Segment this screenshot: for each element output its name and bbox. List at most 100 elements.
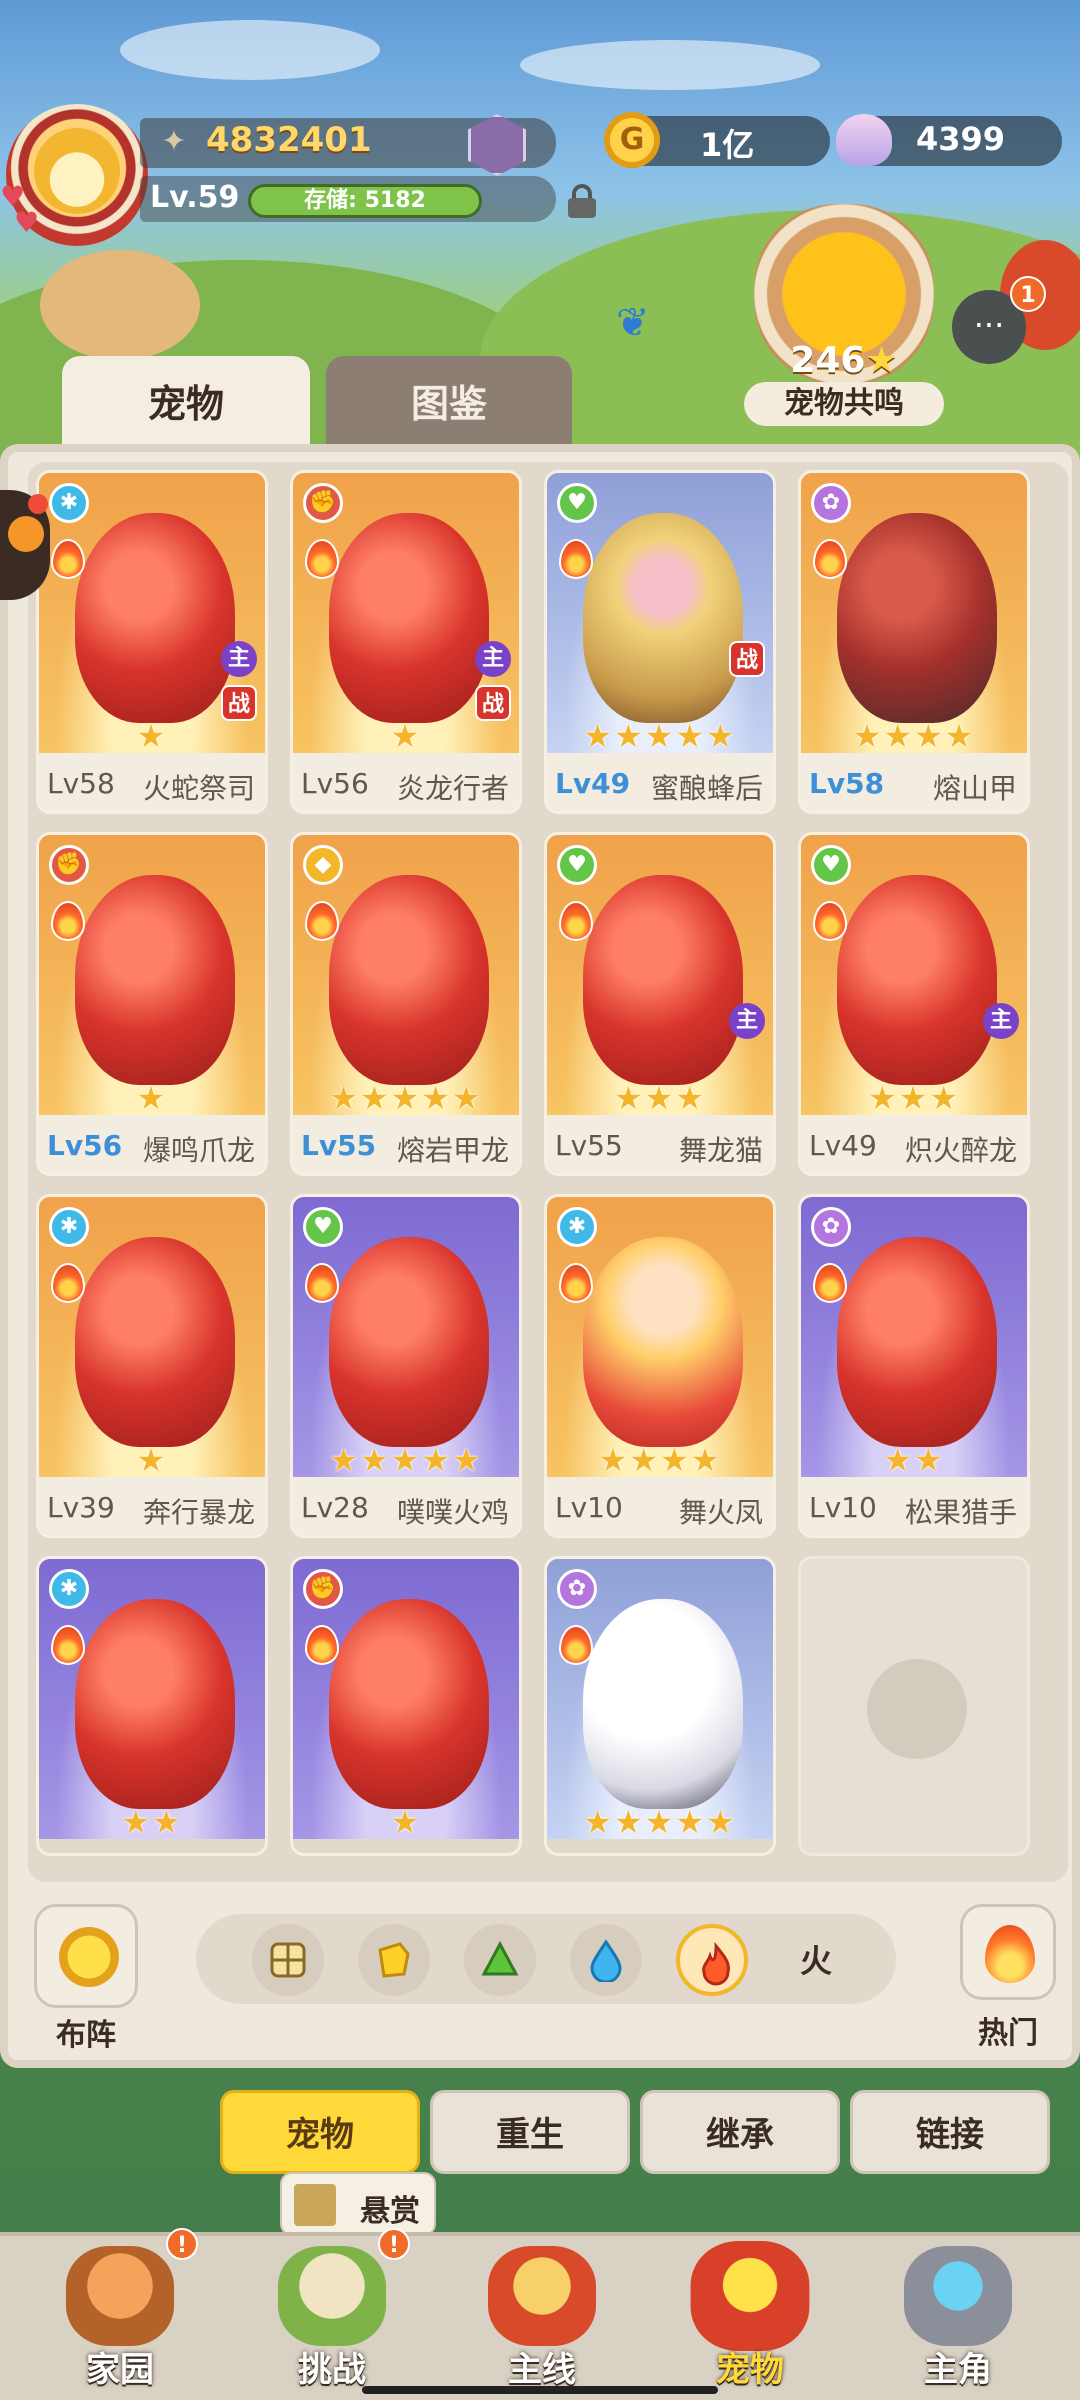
star-rating: ★★★★★ (583, 1803, 737, 1841)
heal-class-icon: ♥ (557, 483, 597, 523)
pet-resonance-button[interactable]: 246★ 宠物共鸣 (744, 204, 944, 426)
magic-class-icon: ✿ (811, 1207, 851, 1247)
star-rating: ★ (136, 1079, 168, 1117)
notification-dot (28, 494, 48, 514)
action-rebirth-button[interactable]: 重生 (430, 2090, 630, 2174)
pet-card[interactable]: ✱ 主战 ★ Lv58 火蛇祭司 (36, 470, 268, 814)
star-rating: ★ (136, 717, 168, 755)
pet-level: Lv58 (809, 767, 885, 800)
pet-level: Lv10 (809, 1491, 877, 1524)
pet-card[interactable]: ✿ ★★★★★ (544, 1556, 776, 1856)
bounty-label: 悬赏 (360, 2194, 420, 2229)
pet-name: 火蛇祭司 (142, 772, 255, 805)
empty-pet-slot (798, 1556, 1030, 1856)
formation-button[interactable] (34, 1904, 138, 2008)
pet-level: Lv10 (555, 1491, 623, 1524)
pet-card[interactable]: ♥ ★★★★★ Lv28 噗噗火鸡 (290, 1194, 522, 1538)
formation-label: 布阵 (56, 2018, 116, 2053)
bounty-tooltip[interactable]: 悬赏 (280, 2172, 436, 2236)
speed-class-icon: ✱ (49, 1569, 89, 1609)
pet-card[interactable]: ✱ ★★★★ Lv10 舞火凤 (544, 1194, 776, 1538)
nav-challenge[interactable]: 挑战 (232, 2236, 432, 2396)
character-icon (904, 2246, 1012, 2346)
pet-portrait (583, 1237, 743, 1447)
combat-power-icon: ✦ (161, 124, 187, 159)
pet-info: Lv39 奔行暴龙 (39, 1477, 265, 1535)
tab-pets[interactable]: 宠物 (62, 356, 310, 452)
pet-name: 奔行暴龙 (142, 1496, 255, 1529)
pet-portrait (583, 513, 743, 723)
filter-grass-button[interactable] (464, 1924, 536, 1996)
pet-info: Lv55 舞龙猫 (547, 1115, 773, 1173)
pet-info: Lv58 熔山甲 (801, 753, 1027, 811)
action-inherit-button[interactable]: 继承 (640, 2090, 840, 2174)
action-link-button[interactable]: 链接 (850, 2090, 1050, 2174)
coin-icon: G (604, 112, 660, 168)
pet-portrait (329, 1237, 489, 1447)
main-quest-icon (488, 2246, 596, 2346)
scroll-icon (294, 2184, 336, 2226)
resonance-count: 246★ (790, 340, 898, 381)
pet-card[interactable]: ✊ ★ (290, 1556, 522, 1856)
pet-info: Lv58 火蛇祭司 (39, 753, 265, 811)
home-icon (66, 2246, 174, 2346)
pet-card[interactable]: ✿ ★★ Lv10 松果猎手 (798, 1194, 1030, 1538)
fire-element-icon (813, 901, 847, 941)
filter-fire-button[interactable] (676, 1924, 748, 1996)
pet-portrait (583, 1599, 743, 1809)
nav-character[interactable]: 主角 (858, 2236, 1058, 2396)
combat-power-value: 4832401 (206, 120, 372, 160)
fire-element-icon (559, 1263, 593, 1303)
hot-sort-button[interactable] (960, 1904, 1056, 2000)
pet-card[interactable]: ♥ 主 ★★★ Lv55 舞龙猫 (544, 832, 776, 1176)
pets-icon (690, 2241, 810, 2351)
tab-encyclopedia[interactable]: 图鉴 (326, 356, 572, 452)
star-rating: ★ (136, 1441, 168, 1479)
pet-grid[interactable]: ✱ 主战 ★ Lv58 火蛇祭司 ✊ 主战 ★ Lv56 炎龙行者 ♥ 战 ★★★★★ Lv49 蜜酿蜂后 ✿… (28, 462, 1068, 1882)
heart-icon: ♥ (14, 206, 40, 239)
pet-card[interactable]: ♥ 主 ★★★ Lv49 炽火醉龙 (798, 832, 1030, 1176)
magic-class-icon: ✿ (557, 1569, 597, 1609)
paw-icon (867, 1659, 967, 1759)
main-tag: 主 (729, 1003, 765, 1039)
battle-tag: 战 (729, 641, 765, 677)
pet-card[interactable]: ✊ ★ Lv56 爆鸣爪龙 (36, 832, 268, 1176)
nav-pets[interactable]: 宠物 (650, 2236, 850, 2396)
pet-card[interactable]: ✱ ★ Lv39 奔行暴龙 (36, 1194, 268, 1538)
power-class-icon: ✊ (303, 1569, 343, 1609)
pet-card[interactable]: ✊ 主战 ★ Lv56 炎龙行者 (290, 470, 522, 814)
pet-name: 爆鸣爪龙 (142, 1134, 255, 1167)
challenge-icon (278, 2246, 386, 2346)
nav-home[interactable]: 家园 (20, 2236, 220, 2396)
heal-class-icon: ♥ (557, 845, 597, 885)
pet-card[interactable]: ✿ ★★★★ Lv58 熔山甲 (798, 470, 1030, 814)
home-indicator[interactable] (362, 2386, 718, 2394)
fire-element-icon (813, 539, 847, 579)
fire-element-icon (813, 1263, 847, 1303)
action-pets-button[interactable]: 宠物 (220, 2090, 420, 2174)
pet-card[interactable]: ♥ 战 ★★★★★ Lv49 蜜酿蜂后 (544, 470, 776, 814)
fire-element-icon (305, 1625, 339, 1665)
star-rating: ★ (390, 1803, 422, 1841)
filter-all-button[interactable] (252, 1924, 324, 1996)
pet-face-icon (8, 516, 44, 552)
def-class-icon: ◆ (303, 845, 343, 885)
pet-level: Lv28 (301, 1491, 369, 1524)
filter-water-button[interactable] (570, 1924, 642, 1996)
lock-icon[interactable] (566, 184, 598, 218)
fire-element-icon (559, 901, 593, 941)
pet-card[interactable]: ◆ ★★★★★ Lv55 熔岩甲龙 (290, 832, 522, 1176)
nav-challenge-badge: ! (378, 2228, 410, 2260)
pet-name: 炽火醉龙 (904, 1134, 1017, 1167)
power-class-icon: ✊ (303, 483, 343, 523)
player-level: Lv.59 (150, 180, 240, 215)
filter-earth-button[interactable] (358, 1924, 430, 1996)
fire-element-icon (305, 539, 339, 579)
filter-selected-label: 火 (800, 1942, 833, 1980)
pet-card[interactable]: ✱ ★★ (36, 1556, 268, 1856)
grid-icon (270, 1942, 306, 1978)
fire-icon (702, 1942, 730, 1986)
flame-icon (985, 1925, 1035, 1983)
nav-main-quest[interactable]: 主线 (442, 2236, 642, 2396)
fire-element-icon (305, 901, 339, 941)
